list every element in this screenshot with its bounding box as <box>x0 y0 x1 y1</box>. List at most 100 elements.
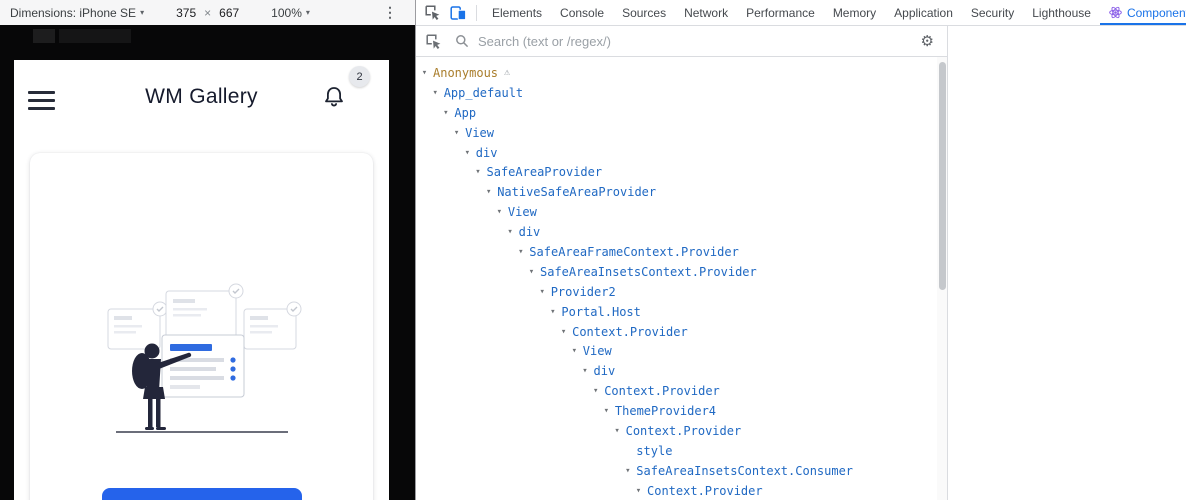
expand-arrow-icon[interactable]: ▾ <box>506 227 515 237</box>
tree-row[interactable]: ▾ Context.Provider <box>416 421 947 441</box>
expand-arrow-icon[interactable]: ▾ <box>623 466 632 476</box>
viewport-height-field[interactable]: 667 <box>219 6 239 20</box>
tree-row[interactable]: ▾ ThemeProvider4 <box>416 401 947 421</box>
component-name: SafeAreaFrameContext.Provider <box>529 245 739 259</box>
tab-memory[interactable]: Memory <box>824 0 885 25</box>
tab-label: Console <box>560 6 604 20</box>
component-name: div <box>519 225 541 239</box>
expand-arrow-icon[interactable]: ▾ <box>602 406 611 416</box>
expand-arrow-icon[interactable]: ▾ <box>591 386 600 396</box>
expand-arrow-icon[interactable]: ▾ <box>570 346 579 356</box>
dimensions-dropdown[interactable]: Dimensions: iPhone SE ▾ <box>10 6 144 20</box>
tab-console[interactable]: Console <box>551 0 613 25</box>
expand-arrow-icon[interactable]: ▾ <box>452 128 461 138</box>
tab-label: Security <box>971 6 1014 20</box>
component-name: style <box>636 444 672 458</box>
expand-arrow-icon[interactable]: ▾ <box>495 207 504 217</box>
tree-row[interactable]: ▾ SafeAreaFrameContext.Provider <box>416 242 947 262</box>
viewport-width-field[interactable]: 375 <box>176 6 196 20</box>
expand-arrow-icon[interactable]: ▾ <box>474 167 483 177</box>
component-name: div <box>476 146 498 160</box>
expand-arrow-icon[interactable]: ▾ <box>527 267 536 277</box>
gear-icon[interactable]: ⚙ <box>921 34 934 49</box>
dimensions-label: Dimensions: iPhone SE <box>10 6 136 20</box>
tree-row[interactable]: ▾Provider2 <box>416 282 947 302</box>
zoom-dropdown[interactable]: 100% ▾ <box>271 6 310 20</box>
component-name: View <box>465 126 494 140</box>
tree-row[interactable]: ▾ App <box>416 103 947 123</box>
scrollbar[interactable] <box>937 57 947 500</box>
app-header: WM Gallery 2 <box>14 60 389 136</box>
component-name: SafeAreaInsetsContext.Provider <box>540 265 757 279</box>
tree-row[interactable]: ▾Context.Provider <box>416 322 947 342</box>
expand-arrow-icon[interactable]: ▾ <box>634 486 643 496</box>
expand-arrow-icon[interactable]: ▾ <box>548 307 557 317</box>
tree-row[interactable]: ▾View <box>416 202 947 222</box>
device-toolbar: Dimensions: iPhone SE ▾ 375 × 667 100% ▾… <box>0 0 415 25</box>
tab-label: Memory <box>833 6 876 20</box>
expand-arrow-icon[interactable]: ▾ <box>581 366 590 376</box>
tree-row[interactable]: ▾Context.Provider <box>416 381 947 401</box>
tab-security[interactable]: Security <box>962 0 1023 25</box>
inspect-element-icon[interactable] <box>424 4 441 21</box>
tab-label: Sources <box>622 6 666 20</box>
component-name: ThemeProvider4 <box>615 404 716 418</box>
expand-arrow-icon[interactable]: ▾ <box>484 187 493 197</box>
tab-components[interactable]: Components <box>1100 0 1186 25</box>
expand-arrow-icon[interactable]: ▾ <box>420 68 429 78</box>
select-component-icon[interactable] <box>425 33 442 50</box>
components-search-bar: ⚙ <box>416 26 948 57</box>
component-name: SafeAreaProvider <box>487 165 603 179</box>
tree-row[interactable]: ▾Context.Provider <box>416 481 947 500</box>
primary-action-button[interactable] <box>102 488 302 500</box>
tree-row[interactable]: style <box>416 441 947 461</box>
tab-label: Components <box>1127 6 1186 20</box>
scrollbar-thumb[interactable] <box>939 62 946 290</box>
tree-row[interactable]: ▾ NativeSafeAreaProvider <box>416 182 947 202</box>
tab-lighthouse[interactable]: Lighthouse <box>1023 0 1100 25</box>
tree-row[interactable]: ▾ SafeAreaInsetsContext.Consumer <box>416 461 947 481</box>
tree-row[interactable]: ▾Anonymous⚠ <box>416 63 947 83</box>
expand-arrow-icon[interactable]: ▾ <box>613 426 622 436</box>
canvas-artifact <box>33 29 55 43</box>
bell-icon[interactable] <box>323 85 345 109</box>
more-options-icon[interactable]: ⋮ <box>383 4 397 21</box>
tab-elements[interactable]: Elements <box>483 0 551 25</box>
component-name: SafeAreaInsetsContext.Consumer <box>636 464 853 478</box>
content-card <box>30 153 373 500</box>
tab-application[interactable]: Application <box>885 0 962 25</box>
tree-row[interactable]: ▾ SafeAreaInsetsContext.Provider <box>416 262 947 282</box>
component-name: Portal.Host <box>561 305 640 319</box>
expand-arrow-icon[interactable]: ▾ <box>431 88 440 98</box>
tree-row[interactable]: ▾ View <box>416 123 947 143</box>
toggle-device-toolbar-icon[interactable] <box>450 4 467 21</box>
component-name: NativeSafeAreaProvider <box>497 185 656 199</box>
tree-row[interactable]: ▾div <box>416 361 947 381</box>
tree-row[interactable]: ▾ div <box>416 222 947 242</box>
toolbar-divider <box>476 5 477 21</box>
expand-arrow-icon[interactable]: ▾ <box>441 108 450 118</box>
canvas-artifact <box>59 29 131 43</box>
component-name: View <box>583 344 612 358</box>
search-input[interactable] <box>476 33 780 50</box>
search-icon <box>455 34 469 48</box>
tree-row[interactable]: ▾ View <box>416 341 947 361</box>
tree-row[interactable]: ▾ Portal.Host <box>416 302 947 322</box>
tab-sources[interactable]: Sources <box>613 0 675 25</box>
empty-state-illustration <box>102 279 302 459</box>
tree-row[interactable]: ▾ SafeAreaProvider <box>416 162 947 182</box>
tree-row[interactable]: ▾App_default <box>416 83 947 103</box>
expand-arrow-icon[interactable]: ▾ <box>559 327 568 337</box>
tree-row[interactable]: ▾ div <box>416 143 947 163</box>
tab-performance[interactable]: Performance <box>737 0 824 25</box>
expand-arrow-icon[interactable]: ▾ <box>538 287 547 297</box>
expand-arrow-icon[interactable]: ▾ <box>516 247 525 257</box>
tab-label: Lighthouse <box>1032 6 1091 20</box>
component-name: App <box>454 106 476 120</box>
tab-network[interactable]: Network <box>675 0 737 25</box>
device-canvas: WM Gallery 2 <box>0 25 415 500</box>
component-name: Context.Provider <box>626 424 742 438</box>
expand-arrow-icon[interactable]: ▾ <box>463 148 472 158</box>
panel-tabs: Elements Console Sources NetworkPerformance… <box>483 0 1186 25</box>
props-pane <box>949 26 1186 500</box>
